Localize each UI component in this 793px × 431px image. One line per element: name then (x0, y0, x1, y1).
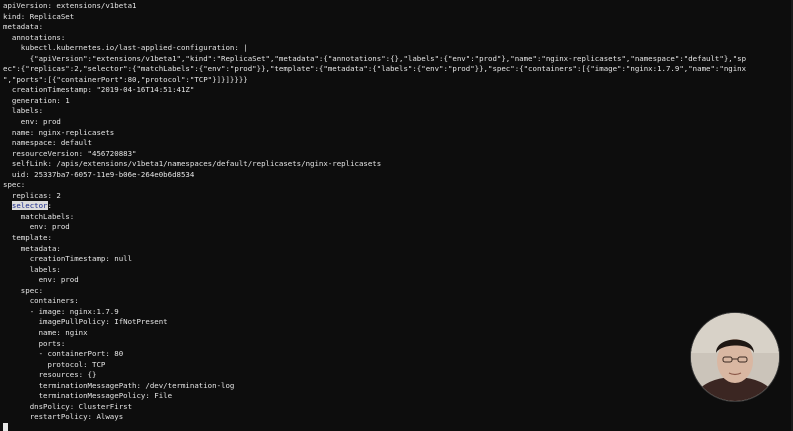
terminal-line: spec: (3, 285, 44, 295)
terminal-line: spec: (3, 180, 26, 190)
terminal-line: {"apiVersion":"extensions/v1beta1","kind… (3, 53, 747, 63)
cursor-icon (3, 422, 8, 431)
terminal-line: ports: (3, 338, 66, 348)
terminal-line: creationTimestamp: "2019-04-16T14:51:41Z… (3, 85, 195, 95)
terminal-line: namespace: default (3, 138, 92, 148)
terminal-line: matchLabels: (3, 211, 75, 221)
terminal-line: env: prod (3, 275, 79, 285)
terminal-line: - image: nginx:1.7.9 (3, 306, 119, 316)
terminal-line: metadata: (3, 243, 61, 253)
terminal-line: containers: (3, 296, 79, 306)
terminal-line: imagePullPolicy: IfNotPresent (3, 317, 168, 327)
prompt-line[interactable] (3, 422, 791, 431)
terminal-line: uid: 25337ba7-6057-11e9-b06e-264e0b6d853… (3, 169, 195, 179)
terminal-line: resources: {} (3, 370, 97, 380)
webcam-overlay (690, 312, 780, 402)
terminal-line: resourceVersion: "456720883" (3, 148, 137, 158)
presenter-video-icon (691, 313, 779, 401)
selection-suffix: : (47, 201, 52, 211)
terminal-line: protocol: TCP (3, 359, 106, 369)
terminal-line: ","ports":[{"containerPort":80,"protocol… (3, 74, 248, 84)
terminal-line: labels: (3, 264, 61, 274)
terminal-line: name: nginx (3, 327, 88, 337)
terminal-line: name: nginx-replicasets (3, 127, 115, 137)
terminal-line: selfLink: /apis/extensions/v1beta1/names… (3, 159, 382, 169)
terminal-line: replicas: 2 (3, 190, 61, 200)
terminal-line: generation: 1 (3, 95, 70, 105)
terminal-line: terminationMessagePolicy: File (3, 391, 173, 401)
terminal-line: terminationMessagePath: /dev/termination… (3, 380, 235, 390)
terminal-line: metadata: (3, 22, 44, 32)
terminal-line: selector: (3, 201, 791, 212)
terminal-line: creationTimestamp: null (3, 254, 133, 264)
terminal-line: template: (3, 233, 52, 243)
selection-indent (3, 201, 12, 210)
terminal-line: - containerPort: 80 (3, 349, 124, 359)
terminal-output[interactable]: apiVersion: extensions/v1beta1 kind: Repl… (3, 1, 791, 431)
terminal-window[interactable]: apiVersion: extensions/v1beta1 kind: Repl… (0, 0, 793, 431)
terminal-line: dnsPolicy: ClusterFirst (3, 401, 133, 411)
terminal-line: kind: ReplicaSet (3, 11, 75, 21)
terminal-line: labels: (3, 106, 44, 116)
terminal-line: apiVersion: extensions/v1beta1 (3, 1, 137, 10)
terminal-line: annotations: (3, 32, 66, 42)
terminal-line: ec":{"replicas":2,"selector":{"matchLabe… (3, 64, 747, 74)
terminal-line: restartPolicy: Always (3, 412, 124, 422)
terminal-line: env: prod (3, 117, 61, 127)
terminal-line: kubectl.kubernetes.io/last-applied-confi… (3, 43, 248, 53)
selected-text[interactable]: selector (11, 201, 48, 211)
terminal-line: env: prod (3, 222, 70, 232)
